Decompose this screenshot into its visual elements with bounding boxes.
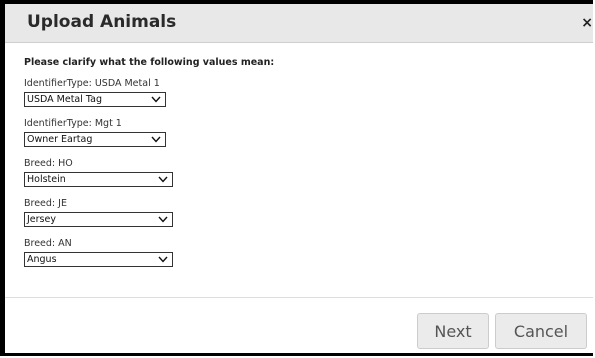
dialog-header: Upload Animals × xyxy=(5,4,593,43)
cancel-button[interactable]: Cancel xyxy=(495,313,587,349)
breed-an-select[interactable]: Angus xyxy=(24,252,173,267)
field-identifier-mgt: IdentifierType: Mgt 1 Owner Eartag xyxy=(24,118,593,147)
field-label: IdentifierType: USDA Metal 1 xyxy=(24,78,160,89)
select-value: Holstein xyxy=(27,174,66,185)
dialog-body: Please clarify what the following values… xyxy=(24,57,593,278)
field-breed-an: Breed: AN Angus xyxy=(24,238,593,267)
dialog-title: Upload Animals xyxy=(27,12,177,32)
select-value: Jersey xyxy=(27,214,56,225)
chevron-down-icon xyxy=(158,216,168,223)
field-label: Breed: JE xyxy=(24,198,67,209)
identifier-usda-select[interactable]: USDA Metal Tag xyxy=(24,92,166,107)
field-label: IdentifierType: Mgt 1 xyxy=(24,118,122,129)
breed-ho-select[interactable]: Holstein xyxy=(24,172,173,187)
upload-animals-dialog: Upload Animals × Please clarify what the… xyxy=(0,0,593,356)
chevron-down-icon xyxy=(158,256,168,263)
clarify-prompt: Please clarify what the following values… xyxy=(24,57,275,68)
select-value: USDA Metal Tag xyxy=(27,94,102,105)
select-value: Owner Eartag xyxy=(27,134,93,145)
field-breed-ho: Breed: HO Holstein xyxy=(24,158,593,187)
chevron-down-icon xyxy=(151,96,161,103)
identifier-mgt-select[interactable]: Owner Eartag xyxy=(24,132,166,147)
breed-je-select[interactable]: Jersey xyxy=(24,212,173,227)
select-value: Angus xyxy=(27,254,57,265)
field-breed-je: Breed: JE Jersey xyxy=(24,198,593,227)
close-icon[interactable]: × xyxy=(581,15,593,31)
chevron-down-icon xyxy=(158,176,168,183)
field-identifier-usda: IdentifierType: USDA Metal 1 USDA Metal … xyxy=(24,78,593,107)
field-label: Breed: HO xyxy=(24,158,73,169)
footer-divider xyxy=(5,297,593,298)
field-label: Breed: AN xyxy=(24,238,72,249)
next-button[interactable]: Next xyxy=(417,313,489,349)
chevron-down-icon xyxy=(151,136,161,143)
